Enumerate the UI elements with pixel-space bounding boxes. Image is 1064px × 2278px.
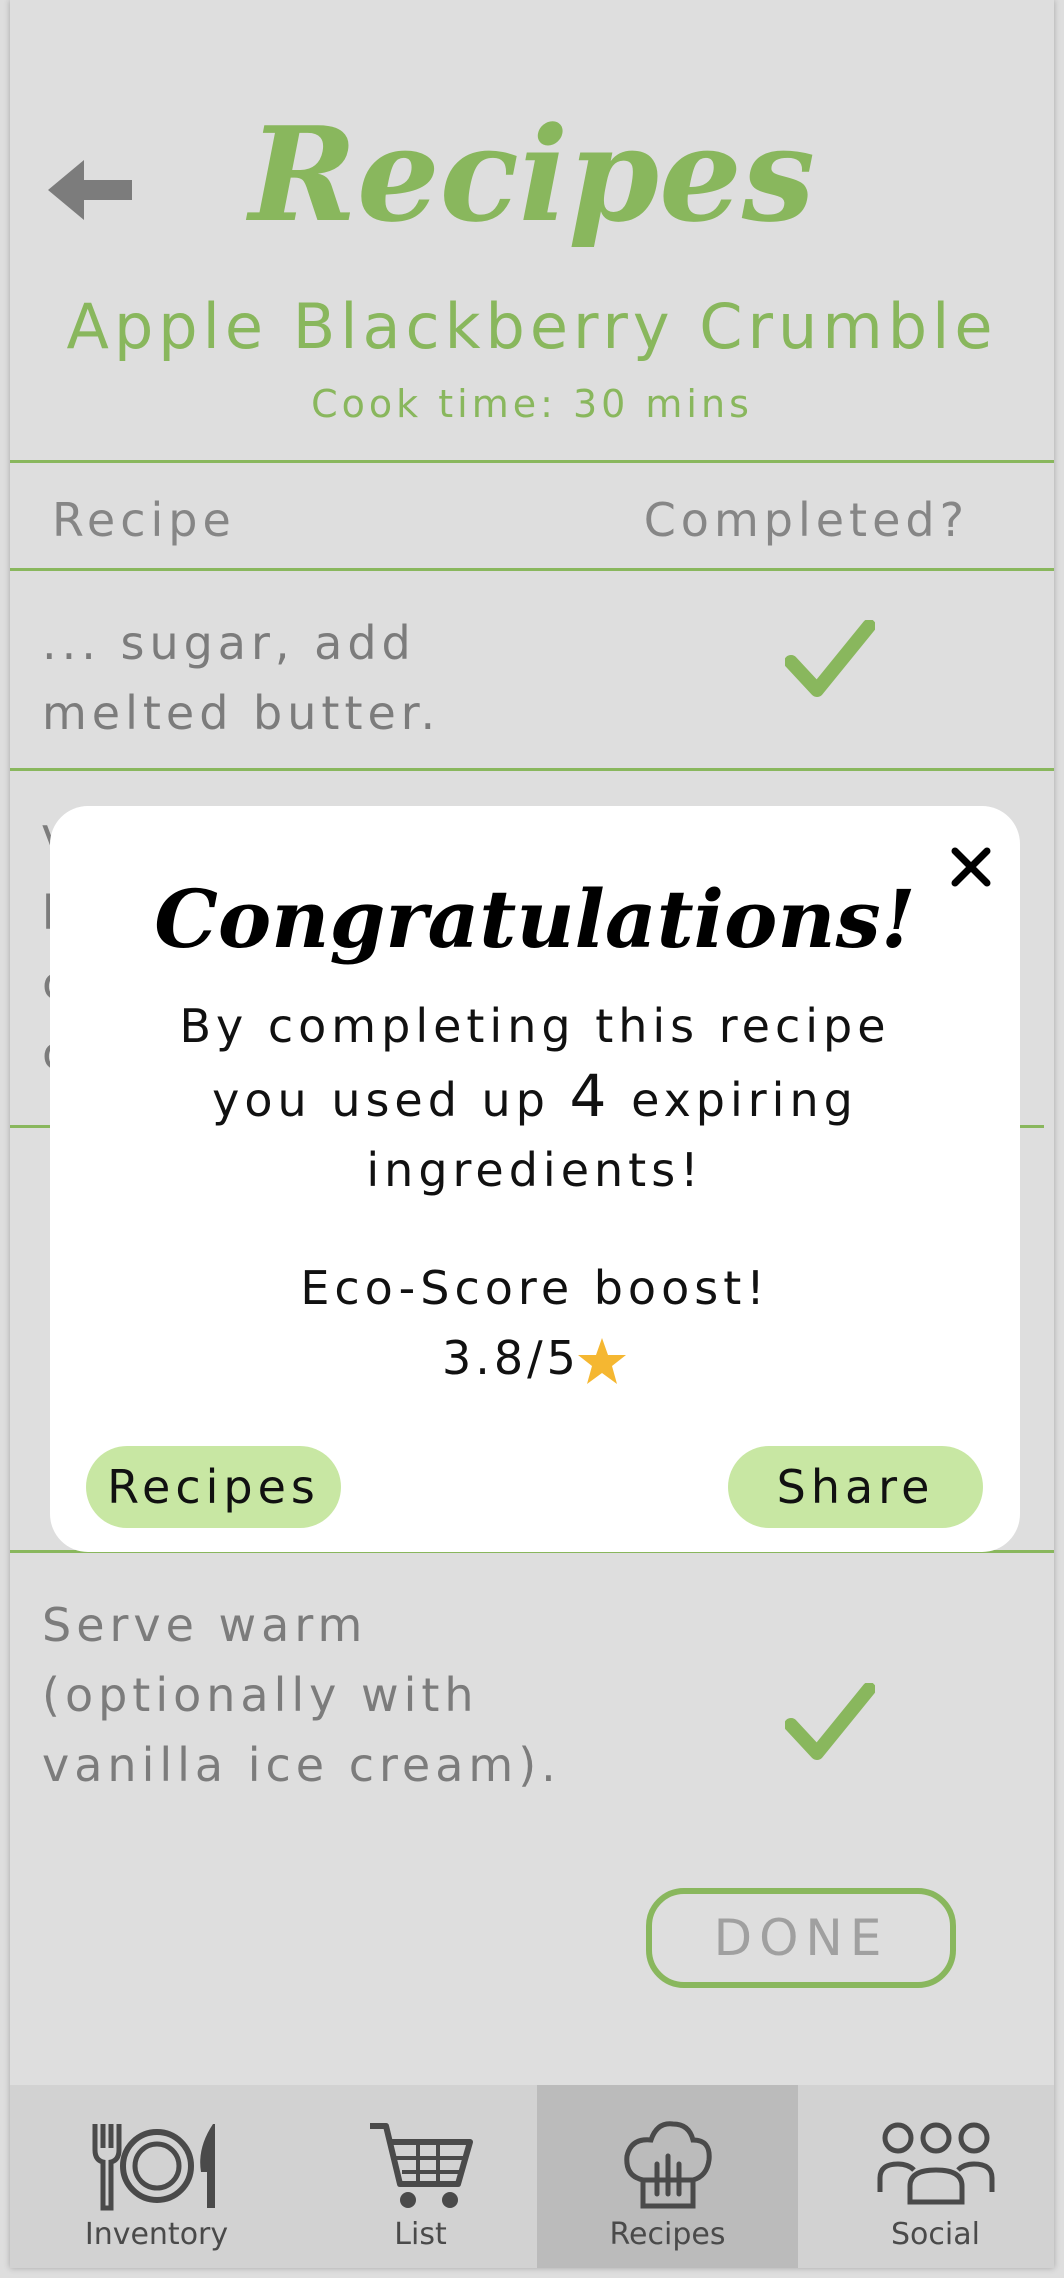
eco-score-label: Eco-Score boost! [300,1261,770,1315]
star-icon [577,1338,626,1384]
recipes-button[interactable]: Recipes [86,1446,341,1528]
share-button[interactable]: Share [728,1446,983,1528]
eco-score-row: 3.8/5 [50,1331,1020,1388]
dialog-message: By completing this recipe you used up 4 … [120,991,950,1205]
eco-score-value: 3.8/5 [442,1331,580,1385]
dialog-title: Congratulations! [154,872,916,966]
expiring-count: 4 [569,1062,612,1130]
congratulations-dialog: Congratulations! By completing this reci… [50,806,1020,1552]
